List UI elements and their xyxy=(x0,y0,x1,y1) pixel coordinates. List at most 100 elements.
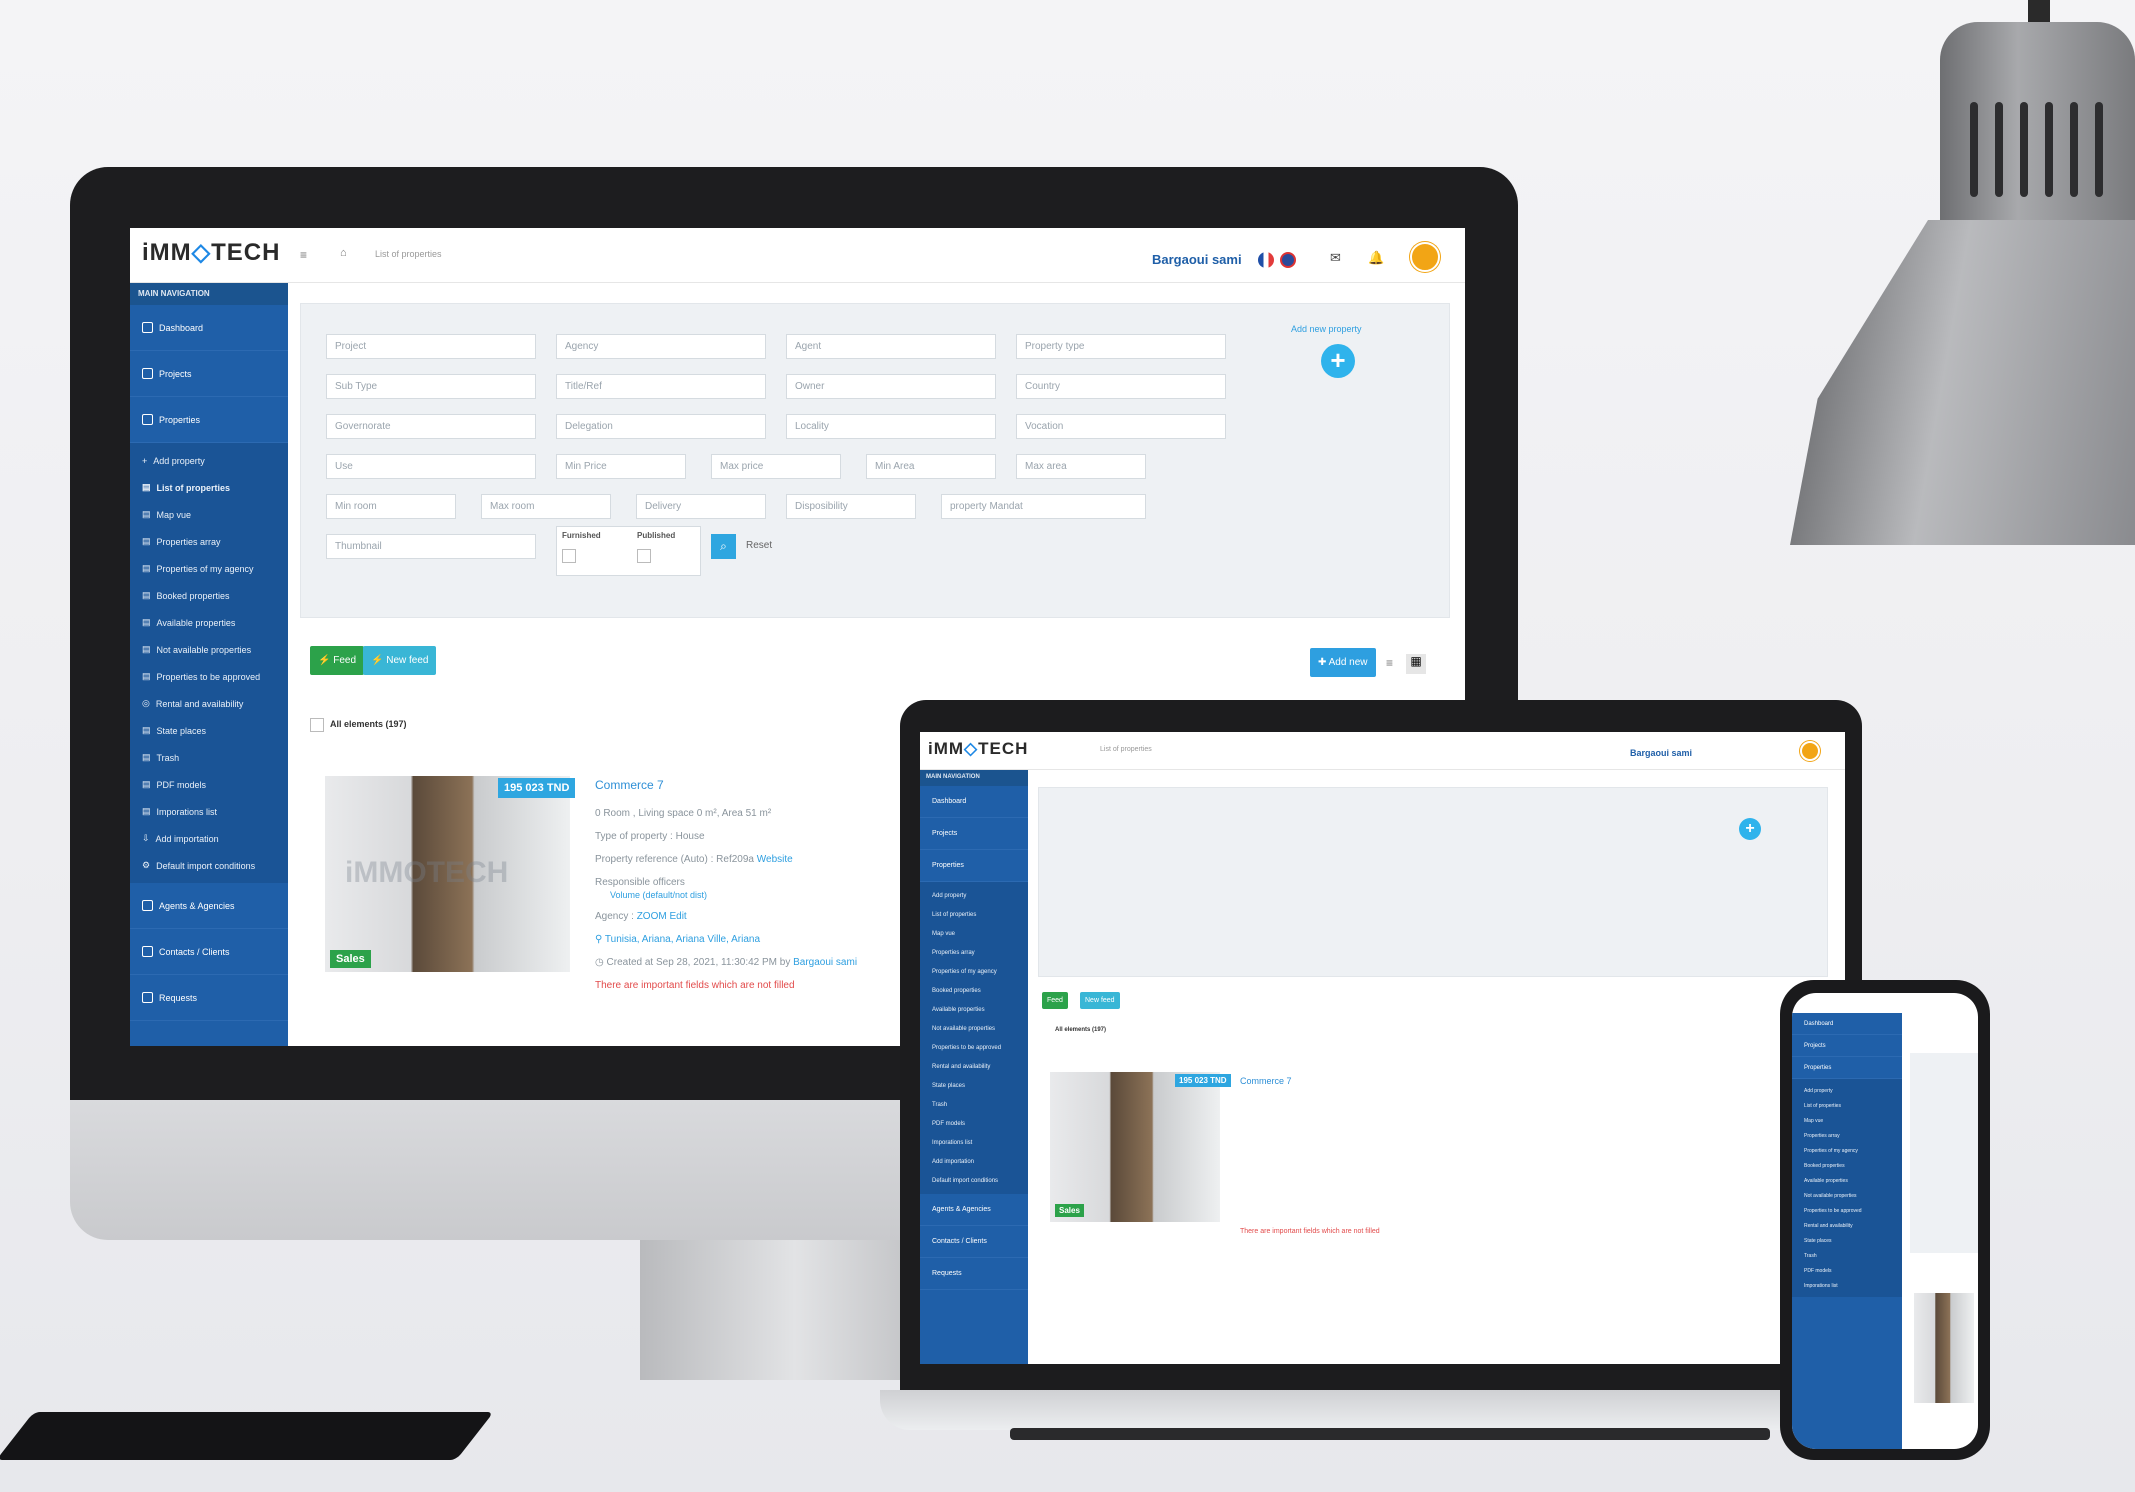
sidebar-item-properties[interactable]: Properties xyxy=(130,397,288,443)
laptop-sidebar: MAIN NAVIGATION Dashboard Projects Prope… xyxy=(920,770,1028,1364)
furnished-label: Furnished xyxy=(562,531,601,540)
sub-item[interactable]: ▤ Trash xyxy=(130,744,288,771)
laptop-submenu: Add property List of properties Map vue … xyxy=(920,882,1028,1194)
sub-item[interactable]: ⚙ Default import conditions xyxy=(130,852,288,879)
breadcrumb: List of properties xyxy=(375,249,442,259)
property-type-select[interactable]: Property type xyxy=(1016,334,1226,359)
english-flag-icon[interactable] xyxy=(1280,252,1296,268)
sub-item[interactable]: ▤ PDF models xyxy=(130,771,288,798)
locality-select[interactable]: Locality xyxy=(786,414,996,439)
laptop-screen: iMM◇TECH List of properties Bargaoui sam… xyxy=(920,732,1845,1364)
price-badge: 195 023 TND xyxy=(498,778,576,798)
sub-item[interactable]: ◎ Rental and availability xyxy=(130,690,288,717)
laptop-feed-button[interactable]: Feed xyxy=(1042,992,1068,1009)
phone-property-image[interactable] xyxy=(1914,1293,1974,1403)
thumbnail-select[interactable]: Thumbnail xyxy=(326,534,536,559)
laptop-item-dashboard[interactable]: Dashboard xyxy=(920,786,1028,818)
laptop-user-name[interactable]: Bargaoui sami xyxy=(1630,748,1692,758)
new-feed-button[interactable]: ⚡ New feed xyxy=(363,646,437,675)
sub-item[interactable]: ⇩ Add importation xyxy=(130,825,288,852)
reset-button[interactable]: Reset xyxy=(746,540,772,551)
phone-filter-panel xyxy=(1910,1053,1978,1253)
laptop-property-title[interactable]: Commerce 7 xyxy=(1240,1076,1292,1086)
search-button[interactable]: ⌕ xyxy=(711,534,736,559)
max-room-input[interactable]: Max room xyxy=(481,494,611,519)
delivery-select[interactable]: Delivery xyxy=(636,494,766,519)
furnished-checkbox[interactable] xyxy=(562,549,576,563)
user-name[interactable]: Bargaoui sami xyxy=(1152,252,1242,267)
laptop-add-plus-icon[interactable]: + xyxy=(1739,818,1761,840)
sub-item[interactable]: ▤ State places xyxy=(130,717,288,744)
max-price-input[interactable]: Max price xyxy=(711,454,841,479)
notebook xyxy=(0,1412,494,1460)
sidebar-item-agents[interactable]: Agents & Agencies xyxy=(130,883,288,929)
select-all-checkbox[interactable] xyxy=(310,718,324,732)
sidebar-item-dashboard[interactable]: Dashboard xyxy=(130,305,288,351)
disposibility-select[interactable]: Disposibility xyxy=(786,494,916,519)
sidebar-item-projects[interactable]: Projects xyxy=(130,351,288,397)
property-image[interactable]: iMMOTECH xyxy=(325,776,570,972)
laptop-item-agents[interactable]: Agents & Agencies xyxy=(920,1194,1028,1226)
laptop-logo: iMM◇TECH xyxy=(928,739,1029,758)
max-area-input[interactable]: Max area xyxy=(1016,454,1146,479)
project-select[interactable]: Project xyxy=(326,334,536,359)
property-title[interactable]: Commerce 7 xyxy=(595,778,664,792)
use-select[interactable]: Use xyxy=(326,454,536,479)
watermark-text: iMMOTECH xyxy=(345,856,509,889)
agent-select[interactable]: Agent xyxy=(786,334,996,359)
sub-item[interactable]: ▤ List of properties xyxy=(130,474,288,501)
country-select[interactable]: Country xyxy=(1016,374,1226,399)
laptop-new-feed-button[interactable]: New feed xyxy=(1080,992,1120,1009)
sub-item[interactable]: ▤ Properties of my agency xyxy=(130,555,288,582)
vocation-select[interactable]: Vocation xyxy=(1016,414,1226,439)
bell-icon[interactable]: 🔔 xyxy=(1368,250,1384,266)
sub-item[interactable]: + Add property xyxy=(130,447,288,474)
laptop-item-properties[interactable]: Properties xyxy=(920,850,1028,882)
sub-item[interactable]: ▤ Booked properties xyxy=(130,582,288,609)
list-view-icon[interactable]: ≡ xyxy=(1386,656,1393,670)
sidebar: MAIN NAVIGATION Dashboard Projects Prope… xyxy=(130,283,288,1046)
sidebar-item-requests[interactable]: Requests xyxy=(130,975,288,1021)
home-icon[interactable]: ⌂ xyxy=(340,247,347,259)
min-area-input[interactable]: Min Area xyxy=(866,454,996,479)
laptop-filter-panel: + xyxy=(1038,787,1828,977)
governorate-select[interactable]: Governorate xyxy=(326,414,536,439)
agency-select[interactable]: Agency xyxy=(556,334,766,359)
title-ref-input[interactable]: Title/Ref xyxy=(556,374,766,399)
laptop-item-requests[interactable]: Requests xyxy=(920,1258,1028,1290)
menu-toggle-icon[interactable]: ≡ xyxy=(300,248,307,262)
avatar[interactable] xyxy=(1410,242,1440,272)
published-checkbox[interactable] xyxy=(637,549,651,563)
filter-panel: Project Agency Agent Property type Sub T… xyxy=(300,303,1450,618)
laptop-avatar[interactable] xyxy=(1800,741,1820,761)
sub-item[interactable]: ▤ Not available properties xyxy=(130,636,288,663)
min-price-input[interactable]: Min Price xyxy=(556,454,686,479)
mail-icon[interactable]: ✉ xyxy=(1330,250,1341,266)
delegation-select[interactable]: Delegation xyxy=(556,414,766,439)
grid-view-icon[interactable]: ▦ xyxy=(1406,654,1426,674)
french-flag-icon[interactable] xyxy=(1258,252,1274,268)
add-property-plus-icon[interactable]: + xyxy=(1321,344,1355,378)
sub-item[interactable]: ▤ Properties array xyxy=(130,528,288,555)
add-new-button[interactable]: ✚ Add new xyxy=(1310,648,1376,677)
officer-link[interactable]: Volume (default/not dist) xyxy=(610,890,707,900)
property-reference: Property reference (Auto) : Ref209a Webs… xyxy=(595,854,793,865)
sidebar-item-contacts[interactable]: Contacts / Clients xyxy=(130,929,288,975)
laptop-item-contacts[interactable]: Contacts / Clients xyxy=(920,1226,1028,1258)
property-location[interactable]: ⚲ Tunisia, Ariana, Ariana Ville, Ariana xyxy=(595,934,760,945)
sub-item[interactable]: ▤ Properties to be approved xyxy=(130,663,288,690)
laptop-property-image[interactable] xyxy=(1050,1072,1220,1222)
sub-item[interactable]: ▤ Map vue xyxy=(130,501,288,528)
owner-select[interactable]: Owner xyxy=(786,374,996,399)
laptop-item-projects[interactable]: Projects xyxy=(920,818,1028,850)
subtype-select[interactable]: Sub Type xyxy=(326,374,536,399)
property-mandat-select[interactable]: property Mandat xyxy=(941,494,1146,519)
sub-item[interactable]: ▤ Available properties xyxy=(130,609,288,636)
laptop-warning-text: There are important fields which are not… xyxy=(1240,1228,1380,1235)
add-new-property-label: Add new property xyxy=(1291,324,1362,334)
feed-button[interactable]: ⚡ Feed xyxy=(310,646,365,675)
sub-item[interactable]: ▤ Imporations list xyxy=(130,798,288,825)
min-room-input[interactable]: Min room xyxy=(326,494,456,519)
created-at: ◷ Created at Sep 28, 2021, 11:30:42 PM b… xyxy=(595,957,858,968)
agents-icon xyxy=(142,900,153,911)
